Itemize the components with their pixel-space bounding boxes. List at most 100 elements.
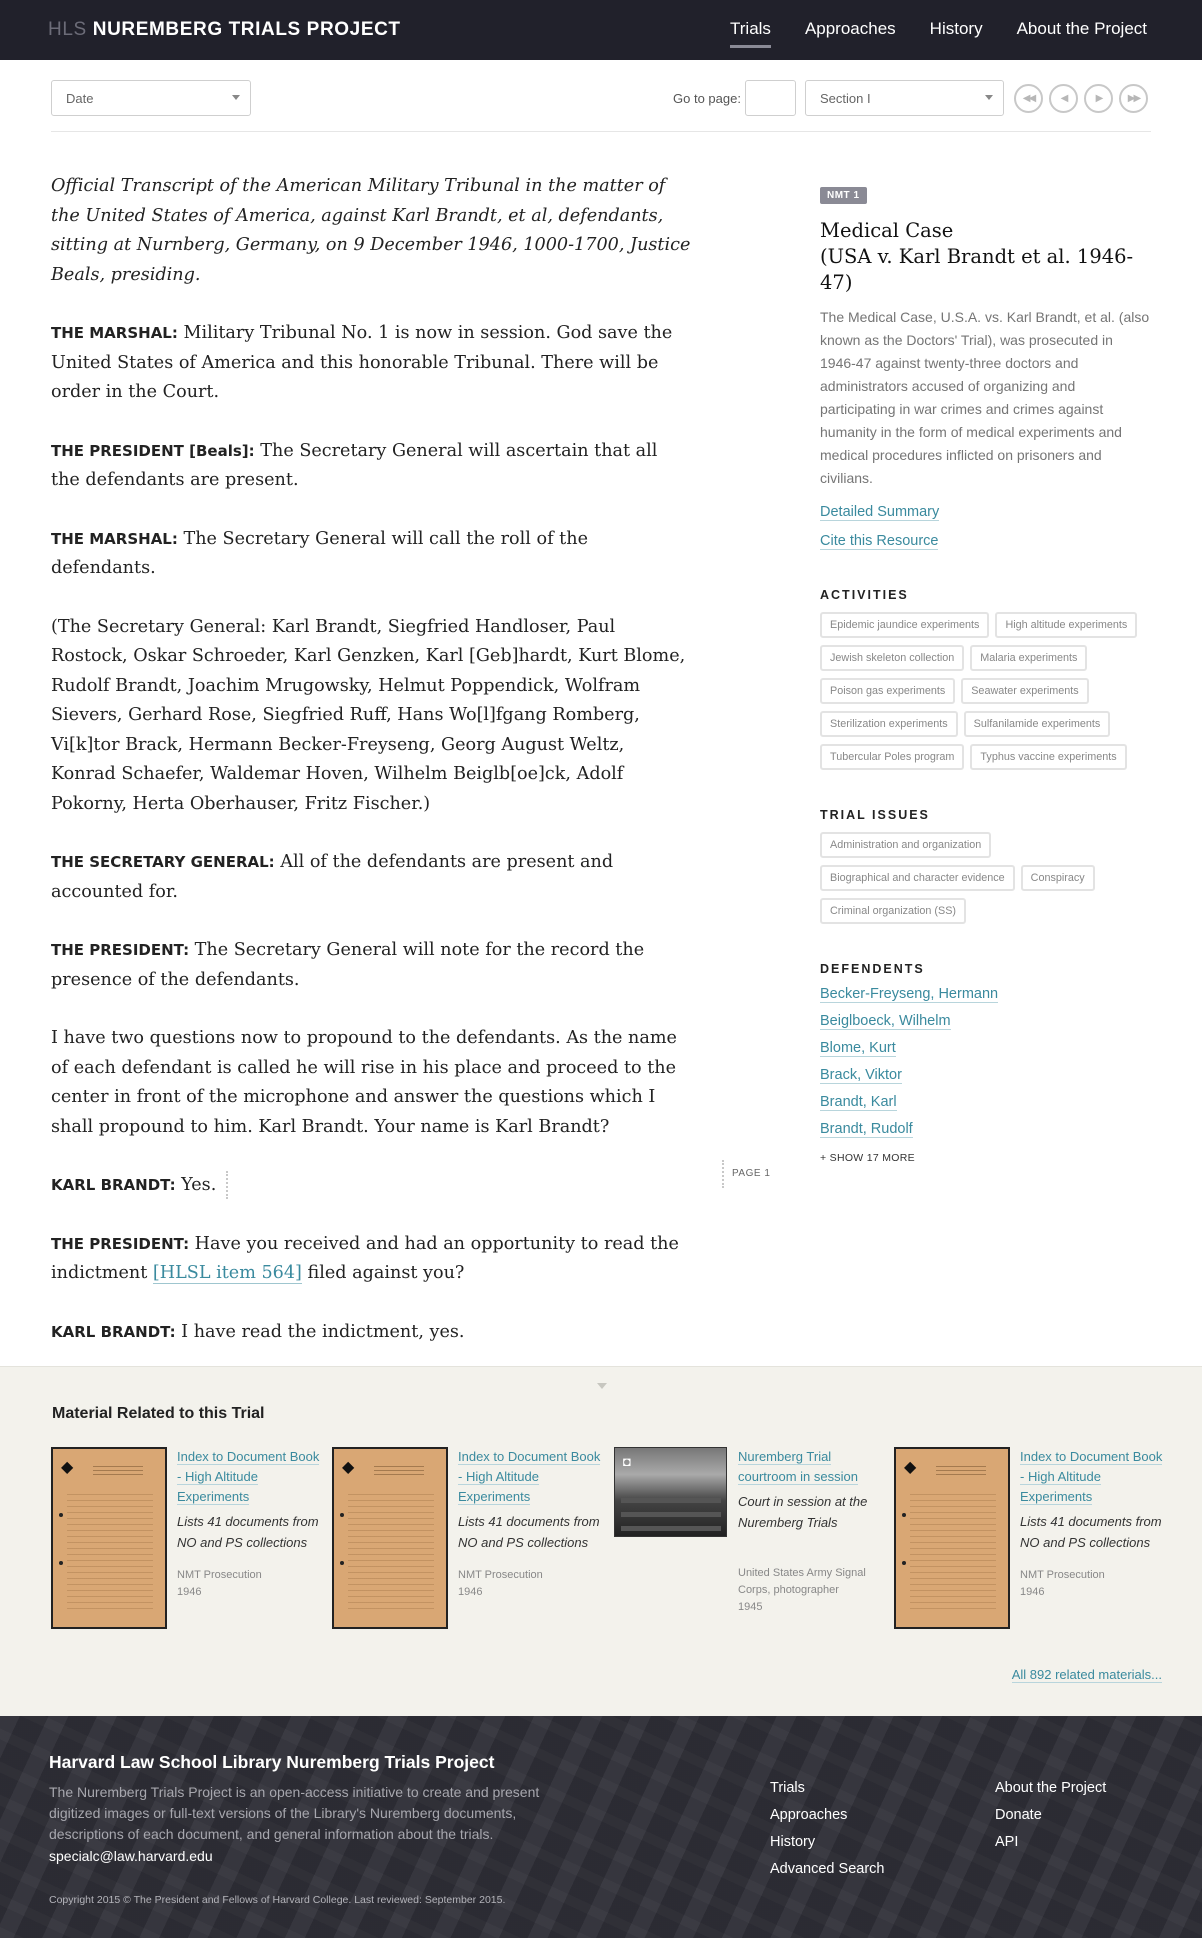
activity-tag[interactable]: Malaria experiments (970, 645, 1088, 671)
document-thumbnail[interactable]: ◆ (51, 1447, 167, 1629)
punch-hole (59, 1561, 63, 1565)
contact-email-link[interactable]: specialc@law.harvard.edu (49, 1848, 213, 1864)
footer-nav-col2: About the Project Donate API (995, 1778, 1106, 1853)
nav-trials[interactable]: Trials (730, 19, 771, 48)
card-description: Lists 41 documents from NO and PS collec… (177, 1514, 319, 1550)
goto-page-input[interactable] (745, 80, 796, 116)
transcript-entry: THE PRESIDENT: Have you received and had… (51, 1230, 691, 1289)
card-description: Court in session at the Nuremberg Trials (738, 1494, 868, 1530)
document-thumbnail[interactable]: ◆ (894, 1447, 1010, 1629)
all-related-link[interactable]: All 892 related materials... (1011, 1667, 1162, 1683)
previous-page-icon[interactable]: ◀ (1049, 84, 1078, 113)
photo-thumbnail[interactable]: ◘ (614, 1447, 727, 1537)
case-title-line1: Medical Case (820, 219, 954, 242)
defendants-list: Becker-Freyseng, Hermann Beiglboeck, Wil… (820, 986, 1150, 1138)
card-author: United States Army Signal Corps, photogr… (738, 1567, 866, 1596)
card-title[interactable]: Index to Document Book - High Altitude E… (458, 1447, 608, 1507)
case-description: The Medical Case, U.S.A. vs. Karl Brandt… (820, 309, 1150, 486)
card-title[interactable]: Index to Document Book - High Altitude E… (1020, 1447, 1170, 1507)
issue-tag[interactable]: Criminal organization (SS) (820, 898, 967, 924)
goto-page-label: Go to page: (673, 91, 741, 106)
footer-link-advanced-search[interactable]: Advanced Search (770, 1859, 884, 1880)
photo-detail (621, 1512, 721, 1517)
layers-icon: ◆ (61, 1459, 74, 1476)
case-title-line2: (USA v. Karl Brandt et al. 1946-47) (820, 245, 1134, 294)
card-title[interactable]: Nuremberg Trial courtroom in session (738, 1447, 888, 1487)
speech: I have two questions now to propound to … (51, 1028, 677, 1137)
date-select-value: Date (66, 91, 94, 106)
section-select[interactable]: Section I (805, 80, 1004, 116)
activity-tag[interactable]: Jewish skeleton collection (820, 645, 965, 671)
footer-title: Harvard Law School Library Nuremberg Tri… (49, 1752, 495, 1772)
nav-about[interactable]: About the Project (1017, 19, 1147, 48)
footer-link-approaches[interactable]: Approaches (770, 1805, 884, 1826)
chevron-down-icon (985, 95, 993, 100)
punch-hole (340, 1561, 344, 1565)
speaker: THE MARSHAL: (51, 324, 178, 342)
footer-link-about[interactable]: About the Project (995, 1778, 1106, 1799)
card-info: Index to Document Book - High Altitude E… (177, 1447, 327, 1601)
activity-tag[interactable]: Tubercular Poles program (820, 744, 965, 770)
card-author: NMT Prosecution (177, 1569, 262, 1581)
issue-tag[interactable]: Biographical and character evidence (820, 865, 1015, 891)
document-thumbnail[interactable]: ◆ (332, 1447, 448, 1629)
brand-prefix: HLS (48, 19, 87, 40)
activity-tag[interactable]: Sterilization experiments (820, 711, 958, 737)
document-header-lines (374, 1463, 424, 1477)
card-meta: NMT Prosecution 1946 (458, 1567, 608, 1601)
trial-sidebar: NMT 1 Medical Case (USA v. Karl Brandt e… (820, 185, 1150, 1164)
footer-link-trials[interactable]: Trials (770, 1778, 884, 1799)
related-card[interactable]: ◆ Index to Document Book - High Altitude… (332, 1447, 602, 1637)
card-info: Index to Document Book - High Altitude E… (1020, 1447, 1170, 1601)
defendant-link[interactable]: Becker-Freyseng, Hermann (820, 986, 999, 1003)
defendant-link[interactable]: Beiglboeck, Wilhelm (820, 1013, 951, 1030)
site-footer: Harvard Law School Library Nuremberg Tri… (0, 1716, 1202, 1938)
date-select[interactable]: Date (51, 80, 251, 116)
activity-tag[interactable]: Poison gas experiments (820, 678, 956, 704)
activity-tag[interactable]: Seawater experiments (961, 678, 1089, 704)
detailed-summary-link[interactable]: Detailed Summary (820, 504, 940, 521)
defendant-link[interactable]: Brack, Viktor (820, 1067, 902, 1084)
speaker: THE PRESIDENT [Beals]: (51, 441, 255, 460)
related-card[interactable]: ◆ Index to Document Book - High Altitude… (51, 1447, 321, 1637)
show-more-defendants[interactable]: + SHOW 17 MORE (820, 1152, 1150, 1164)
related-card[interactable]: ◘ Nuremberg Trial courtroom in session C… (614, 1447, 884, 1637)
related-card[interactable]: ◆ Index to Document Book - High Altitude… (894, 1447, 1164, 1637)
trial-issues-tags: Administration and organization Biograph… (820, 832, 1150, 924)
transcript-body: Official Transcript of the American Mili… (51, 172, 691, 1376)
issue-tag[interactable]: Administration and organization (820, 832, 992, 858)
site-logo[interactable]: HLS NUREMBERG TRIALS PROJECT (48, 19, 401, 41)
defendant-link[interactable]: Brandt, Karl (820, 1094, 897, 1111)
activity-tag[interactable]: High altitude experiments (995, 612, 1138, 638)
card-info: Nuremberg Trial courtroom in session Cou… (738, 1447, 888, 1533)
transcript-entry: THE PRESIDENT [Beals]: The Secretary Gen… (51, 437, 691, 496)
issue-tag[interactable]: Conspiracy (1020, 865, 1095, 891)
nav-approaches[interactable]: Approaches (805, 19, 896, 48)
transcript-entry: KARL BRANDT: I have read the indictment,… (51, 1318, 691, 1348)
next-page-icon[interactable]: ▶ (1084, 84, 1113, 113)
footer-link-api[interactable]: API (995, 1832, 1106, 1853)
activity-tag[interactable]: Epidemic jaundice experiments (820, 612, 990, 638)
activity-tag[interactable]: Sulfanilamide experiments (963, 711, 1111, 737)
speech: (The Secretary General: Karl Brandt, Sie… (51, 616, 686, 814)
cite-resource-link[interactable]: Cite this Resource (820, 533, 939, 550)
document-text-lines (67, 1489, 153, 1609)
related-heading: Material Related to this Trial (52, 1405, 265, 1422)
card-meta: NMT Prosecution 1946 (177, 1567, 327, 1601)
activity-tag[interactable]: Typhus vaccine experiments (970, 744, 1127, 770)
first-page-icon[interactable]: ◀◀ (1014, 84, 1043, 113)
nav-history[interactable]: History (930, 19, 983, 48)
transcript-entry: THE SECRETARY GENERAL: All of the defend… (51, 848, 691, 907)
collapse-caret-icon[interactable] (597, 1383, 607, 1389)
activities-heading: ACTIVITIES (820, 588, 909, 602)
footer-link-donate[interactable]: Donate (995, 1805, 1106, 1826)
defendant-link[interactable]: Brandt, Rudolf (820, 1121, 913, 1138)
document-link[interactable]: [HLSL item 564] (152, 1263, 302, 1284)
card-title[interactable]: Index to Document Book - High Altitude E… (177, 1447, 327, 1507)
last-page-icon[interactable]: ▶▶ (1119, 84, 1148, 113)
defendant-link[interactable]: Blome, Kurt (820, 1040, 896, 1057)
footer-link-history[interactable]: History (770, 1832, 884, 1853)
page-number-marker: PAGE 1 (722, 1160, 770, 1188)
speech: Yes. (175, 1175, 217, 1195)
page-pager: ◀◀ ◀ ▶ ▶▶ (1014, 84, 1148, 113)
